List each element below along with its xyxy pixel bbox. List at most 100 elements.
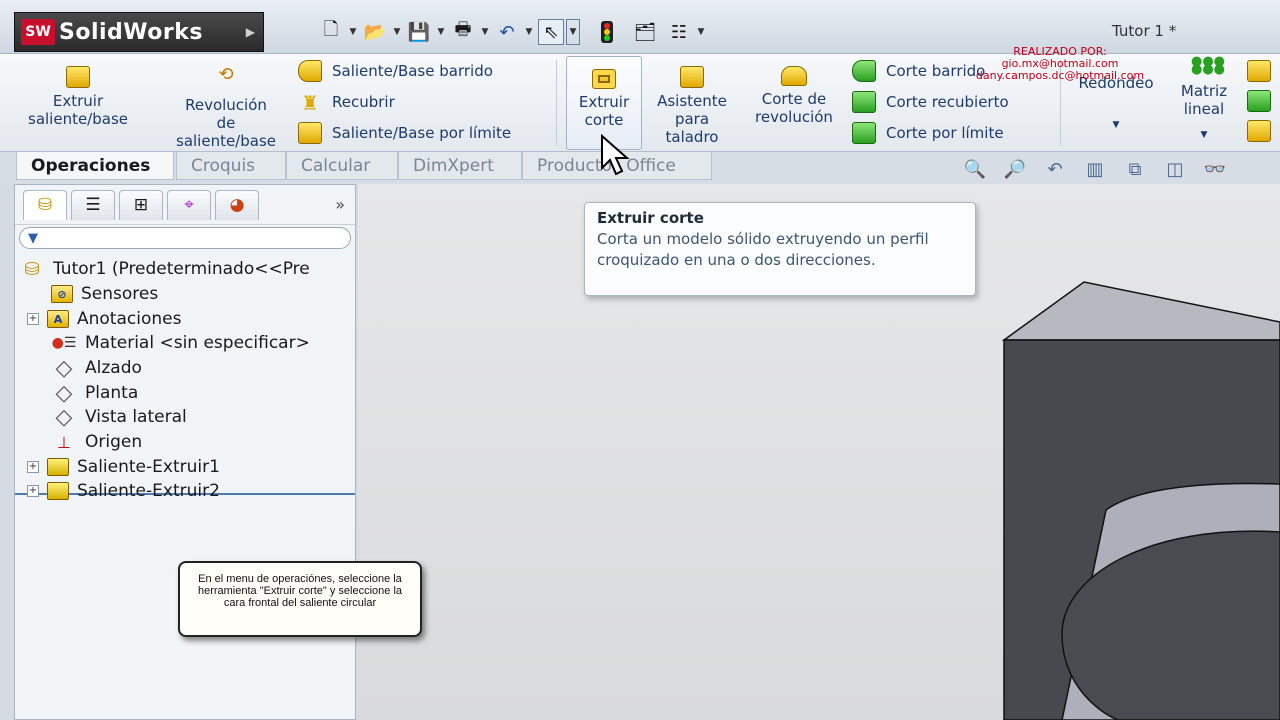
tree-item-origen[interactable]: ⊥ Origen [51, 430, 142, 454]
feature-manager-panel: ⛁ ☰ ⊞ ⌖ ◕ » ▼ ⛁ Tutor1 (Predeterminado<<… [14, 184, 356, 720]
tree-item-label: Vista lateral [85, 407, 187, 427]
origin-icon: ⊥ [57, 432, 71, 452]
select-dropdown-icon[interactable]: ▼ [566, 19, 580, 45]
swept-boss-icon [298, 60, 322, 82]
solidworks-menu-button[interactable]: SW SolidWorks ▶ [14, 12, 264, 52]
filter-funnel-icon: ▼ [28, 230, 38, 246]
tree-item-material[interactable]: ● ☰ Material <sin especificar> [51, 331, 310, 355]
tree-item-saliente-extruir1[interactable]: + Saliente-Extruir1 [27, 455, 220, 479]
quick-access-toolbar: 🗋 ▼ 📂 ▼ 💾 ▼ 🖶 ▼ ↶ ▼ ⇖ ▼ 🗂 ☷ ▼ [318, 18, 708, 46]
expand-icon[interactable]: + [27, 313, 39, 325]
undo-icon[interactable]: ↶ [494, 19, 520, 45]
hole-wizard-icon [680, 66, 704, 88]
new-document-icon[interactable]: 🗋 [318, 19, 344, 45]
lofted-cut-button[interactable]: Corte recubierto [852, 89, 1009, 115]
tab-operaciones[interactable]: Operaciones [16, 152, 174, 180]
rebuild-traffic-light-icon[interactable] [594, 19, 620, 45]
boundary-cut-label: Corte por límite [886, 124, 1004, 142]
configuration-manager-tab-icon[interactable]: ⊞ [119, 189, 163, 220]
save-icon[interactable]: 💾 [406, 19, 432, 45]
select-pointer-icon[interactable]: ⇖ [538, 19, 564, 45]
open-dropdown-icon[interactable]: ▼ [390, 27, 404, 37]
tree-item-alzado[interactable]: ◇ Alzado [51, 355, 142, 381]
tree-root[interactable]: ⛁ Tutor1 (Predeterminado<<Pre [19, 257, 309, 281]
tab-calcular[interactable]: Calcular [286, 152, 398, 180]
section-view-icon[interactable]: ▥ [1082, 158, 1108, 180]
swept-boss-button[interactable]: Saliente/Base barrido [298, 58, 493, 84]
menu-arrow-icon: ▶ [245, 25, 255, 39]
options-icon[interactable]: 🗂 [632, 19, 658, 45]
tree-item-label: Origen [85, 432, 143, 452]
sensor-icon: ⊘ [51, 285, 73, 303]
boundary-cut-button[interactable]: Corte por límite [852, 120, 1004, 146]
revolve-cut-button[interactable]: Corte de revolución [748, 66, 840, 126]
properties-dropdown-icon[interactable]: ▼ [694, 27, 708, 37]
tree-item-label: Material <sin especificar> [85, 333, 310, 353]
linear-pattern-button[interactable]: ●●● ●●● Matriz lineal ▼ [1174, 54, 1234, 144]
tree-item-sensores[interactable]: ⊘ Sensores [51, 282, 158, 306]
fillet-dropdown-icon[interactable]: ▼ [1113, 116, 1120, 134]
view-orientation-icon[interactable]: ⧉ [1122, 158, 1148, 180]
print-dropdown-icon[interactable]: ▼ [478, 27, 492, 37]
tree-item-anotaciones[interactable]: + A Anotaciones [27, 307, 181, 331]
swept-boss-label: Saliente/Base barrido [332, 62, 493, 80]
feature-tree: ⛁ Tutor1 (Predeterminado<<Pre ⊘ Sensores… [15, 255, 355, 501]
tab-croquis[interactable]: Croquis [176, 152, 286, 180]
feature-manager-tab-icon[interactable]: ⛁ [23, 189, 67, 220]
plane-icon: ◇ [55, 404, 73, 430]
display-manager-tab-icon[interactable]: ◕ [215, 189, 259, 220]
extrude-cut-label: Extruir corte [578, 93, 630, 129]
loft-button[interactable]: ♜ Recubrir [298, 89, 395, 115]
linear-pattern-icon: ●●● ●●● [1191, 54, 1226, 77]
annotations-icon: A [47, 310, 69, 328]
dimxpert-manager-tab-icon[interactable]: ⌖ [167, 189, 211, 220]
tree-filter-field[interactable]: ▼ [19, 227, 351, 249]
revolve-boss-button[interactable]: ⟲ Revolución de saliente/base [166, 64, 286, 151]
loft-label: Recubrir [332, 93, 395, 111]
tree-item-planta[interactable]: ◇ Planta [51, 380, 139, 406]
plane-icon: ◇ [55, 380, 73, 406]
boundary-boss-button[interactable]: Saliente/Base por límite [298, 120, 511, 146]
tree-item-label: Anotaciones [77, 309, 182, 329]
tree-item-label: Saliente-Extruir1 [77, 457, 220, 477]
extrude-feature-icon [47, 482, 69, 500]
undo-dropdown-icon[interactable]: ▼ [522, 27, 536, 37]
panel-tabs: ⛁ ☰ ⊞ ⌖ ◕ » [15, 185, 355, 225]
extrude-boss-button[interactable]: Extruir saliente/base [28, 66, 128, 128]
ribbon-separator [556, 60, 557, 146]
save-dropdown-icon[interactable]: ▼ [434, 27, 448, 37]
more-tabs-chevron-icon[interactable]: » [335, 195, 345, 214]
hide-show-icon[interactable]: 👓 [1202, 158, 1228, 180]
revolve-cut-label: Corte de revolución [755, 90, 833, 126]
plane-icon: ◇ [55, 355, 73, 381]
extrude-feature-icon [47, 458, 69, 476]
rib-icon[interactable] [1247, 60, 1271, 82]
file-properties-icon[interactable]: ☷ [666, 19, 692, 45]
previous-view-icon[interactable]: ↶ [1042, 158, 1068, 180]
zoom-to-fit-icon[interactable]: 🔍 [962, 158, 988, 180]
hole-wizard-button[interactable]: Asistente para taladro [646, 66, 738, 146]
property-manager-tab-icon[interactable]: ☰ [71, 189, 115, 220]
fillet-button[interactable]: Redondeo ▼ [1066, 74, 1166, 134]
open-folder-icon[interactable]: 📂 [362, 19, 388, 45]
tree-item-vista-lateral[interactable]: ◇ Vista lateral [51, 404, 187, 430]
shell-icon[interactable] [1247, 120, 1271, 142]
credits-email-2: dany.campos.dc@hotmail.com [975, 69, 1145, 82]
app-name: SolidWorks [59, 19, 203, 45]
draft-icon[interactable] [1247, 90, 1271, 112]
revolve-boss-icon: ⟲ [218, 64, 234, 85]
display-style-icon[interactable]: ◫ [1162, 158, 1188, 180]
zoom-to-area-icon[interactable]: 🔎 [1002, 158, 1028, 180]
heads-up-view-toolbar: 🔍 🔎 ↶ ▥ ⧉ ◫ 👓 [962, 158, 1228, 180]
print-icon[interactable]: 🖶 [450, 19, 476, 45]
tree-item-label: Sensores [81, 284, 159, 304]
lofted-cut-label: Corte recubierto [886, 93, 1009, 111]
tab-dimxpert[interactable]: DimXpert [398, 152, 522, 180]
hole-wizard-label: Asistente para taladro [657, 92, 727, 146]
expand-icon[interactable]: + [27, 485, 39, 497]
new-dropdown-icon[interactable]: ▼ [346, 27, 360, 37]
expand-icon[interactable]: + [27, 461, 39, 473]
tree-item-saliente-extruir2[interactable]: + Saliente-Extruir2 [27, 479, 220, 503]
linear-pattern-dropdown-icon[interactable]: ▼ [1201, 126, 1208, 144]
tree-item-label: Alzado [85, 358, 142, 378]
